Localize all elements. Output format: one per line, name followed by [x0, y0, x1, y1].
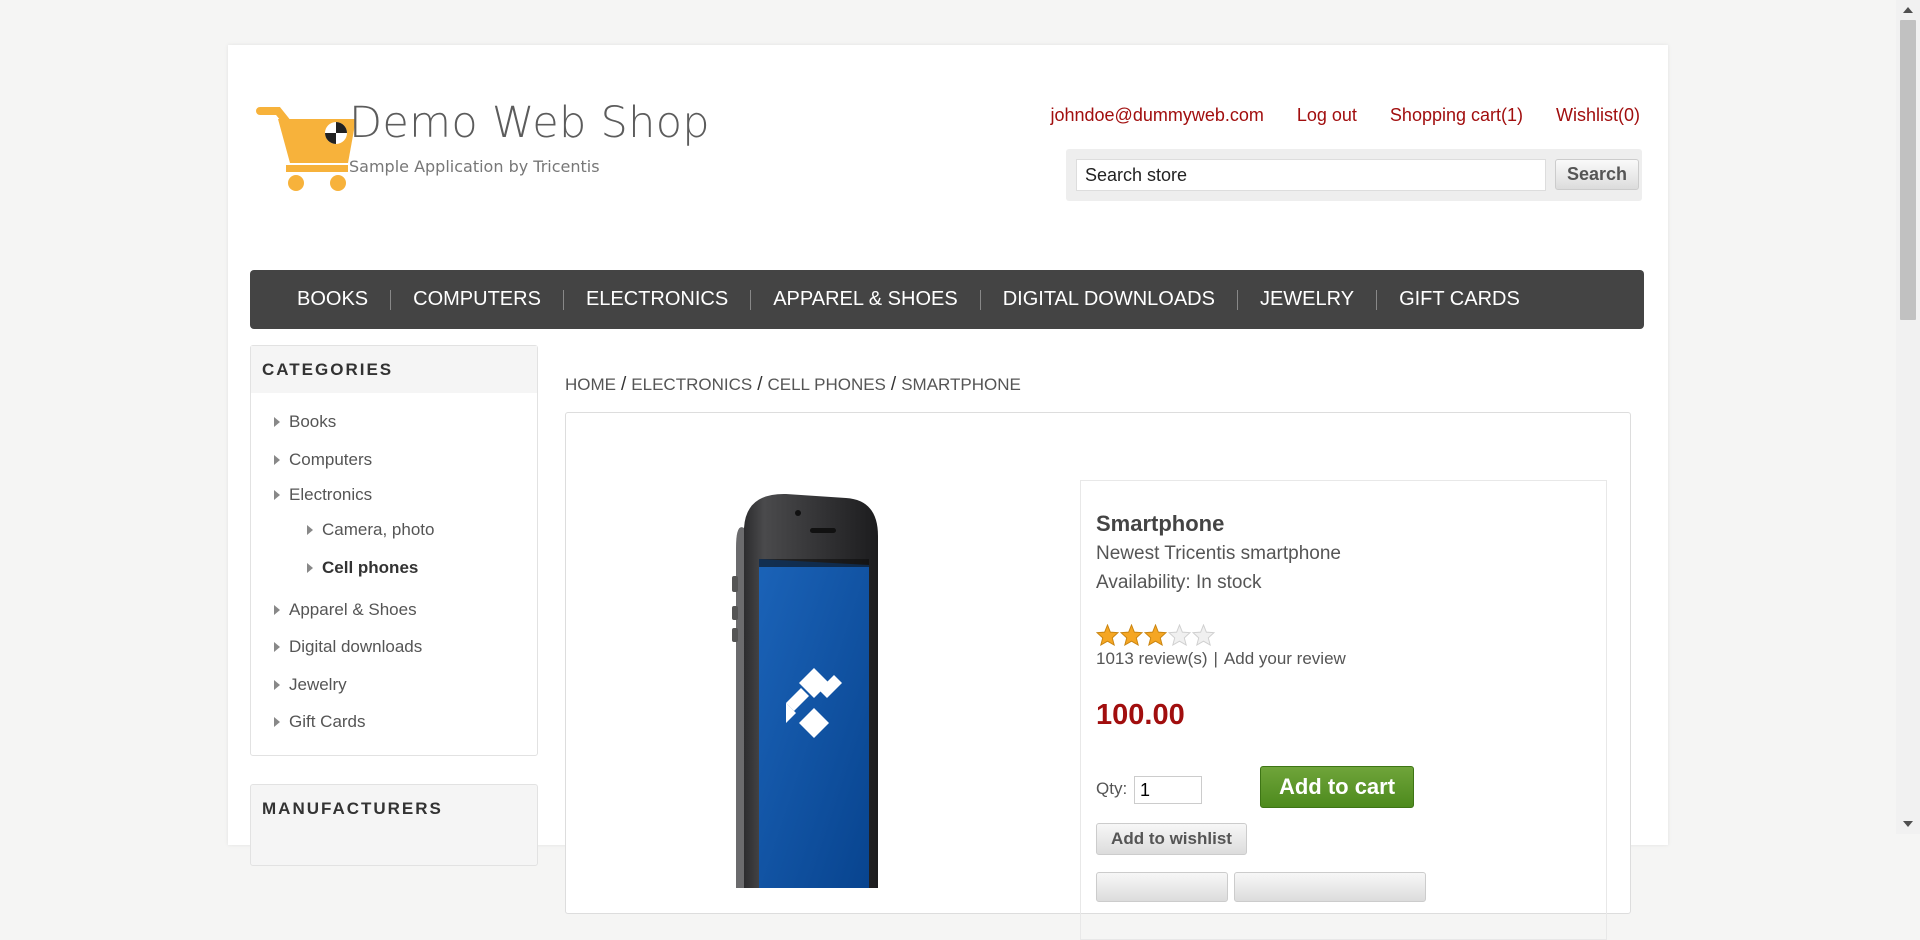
breadcrumb-separator: /: [757, 374, 763, 395]
search-input[interactable]: [1076, 159, 1546, 191]
product-image[interactable]: [726, 488, 886, 888]
menu-item-jewelry[interactable]: JEWELRY: [1238, 288, 1376, 311]
manufacturers-title: MANUFACTURERS: [262, 798, 443, 818]
menu-item-apparel-shoes[interactable]: APPAREL & SHOES: [751, 288, 980, 311]
top-menu: BOOKS COMPUTERS ELECTRONICS APPAREL & SH…: [250, 270, 1644, 329]
category-item-computers[interactable]: Computers: [251, 441, 537, 479]
category-item-books[interactable]: Books: [251, 403, 537, 441]
scroll-thumb[interactable]: [1900, 20, 1916, 320]
account-link[interactable]: johndoe@dummyweb.com: [1050, 105, 1263, 126]
category-item-camera-photo[interactable]: Camera, photo: [251, 511, 537, 549]
product-availability: Availability: In stock: [1096, 572, 1262, 593]
breadcrumb-electronics[interactable]: ELECTRONICS: [631, 375, 752, 394]
triangle-right-icon: [274, 679, 280, 690]
category-label: Computers: [289, 449, 373, 469]
triangle-right-icon: [307, 525, 313, 535]
category-item-jewelry[interactable]: Jewelry: [251, 666, 537, 704]
logo-subtitle: Sample Application by Tricentis: [349, 157, 600, 176]
secondary-buttons: [1096, 872, 1426, 902]
reviews-separator: |: [1213, 649, 1218, 668]
category-item-cell-phones[interactable]: Cell phones: [251, 549, 537, 591]
product-price: 100.00: [1096, 699, 1185, 731]
category-label: Camera, photo: [322, 520, 435, 539]
shopping-cart-logo-icon: [256, 107, 356, 191]
category-label: Gift Cards: [289, 712, 366, 731]
menu-item-computers[interactable]: COMPUTERS: [391, 288, 563, 311]
product-reviews: 1013 review(s) | Add your review: [1096, 649, 1346, 669]
menu-item-digital-downloads[interactable]: DIGITAL DOWNLOADS: [981, 288, 1237, 311]
menu-item-books[interactable]: BOOKS: [275, 288, 390, 311]
search-button[interactable]: Search: [1555, 159, 1639, 190]
category-label: Books: [289, 412, 337, 431]
wishlist-link[interactable]: Wishlist(0): [1556, 105, 1640, 126]
add-to-cart-button[interactable]: Add to cart: [1260, 766, 1414, 808]
logo[interactable]: Demo Web Shop Sample Application by Tric…: [228, 45, 710, 235]
header-links: johndoe@dummyweb.com Log out Shopping ca…: [1050, 105, 1640, 126]
menu-item-electronics[interactable]: ELECTRONICS: [564, 288, 750, 311]
triangle-right-icon: [274, 417, 280, 427]
star-filled-icon: [1120, 624, 1143, 646]
logo-title: Demo Web Shop: [349, 98, 710, 148]
scroll-down-arrow-icon[interactable]: [1903, 821, 1913, 827]
product-name: Smartphone: [1096, 511, 1225, 536]
categories-list: Books Computers Electronics Camera, phot…: [251, 393, 537, 755]
triangle-right-icon: [274, 490, 280, 500]
reviews-count-link[interactable]: 1013 review(s): [1096, 649, 1208, 668]
shopping-cart-link[interactable]: Shopping cart(1): [1390, 105, 1523, 126]
star-empty-icon: [1192, 624, 1215, 646]
categories-block: CATEGORIES Books Computers Electronics C…: [250, 345, 538, 756]
logout-link[interactable]: Log out: [1297, 105, 1357, 126]
email-friend-button[interactable]: [1096, 872, 1228, 902]
category-label: Electronics: [289, 485, 373, 504]
category-item-gift-cards[interactable]: Gift Cards: [251, 703, 537, 741]
breadcrumb-current: SMARTPHONE: [901, 375, 1021, 394]
page-scrollbar[interactable]: [1896, 0, 1920, 834]
search-box: Search: [1066, 149, 1642, 201]
breadcrumb-home[interactable]: HOME: [565, 375, 616, 394]
product-details: Smartphone Newest Tricentis smartphone A…: [565, 412, 1631, 940]
menu-item-gift-cards[interactable]: GIFT CARDS: [1377, 288, 1542, 311]
qty-input[interactable]: [1134, 776, 1202, 804]
category-label: Jewelry: [289, 674, 347, 694]
category-item-digital-downloads[interactable]: Digital downloads: [251, 628, 537, 666]
scroll-up-arrow-icon[interactable]: [1903, 7, 1913, 13]
breadcrumb: HOME / ELECTRONICS / CELL PHONES / SMARTPHONE: [565, 374, 1021, 396]
star-filled-icon: [1144, 624, 1167, 646]
triangle-right-icon: [274, 642, 280, 652]
category-label: Apparel & Shoes: [289, 599, 417, 619]
triangle-right-icon: [274, 604, 280, 615]
category-item-apparel-shoes[interactable]: Apparel & Shoes: [251, 591, 537, 629]
categories-title: CATEGORIES: [251, 346, 537, 393]
add-review-link[interactable]: Add your review: [1224, 649, 1346, 668]
add-to-compare-button[interactable]: [1234, 872, 1426, 902]
product-short-description: Newest Tricentis smartphone: [1096, 543, 1341, 564]
manufacturers-block: MANUFACTURERS: [250, 784, 538, 866]
star-empty-icon: [1168, 624, 1191, 646]
category-item-electronics[interactable]: Electronics: [251, 478, 537, 511]
star-filled-icon: [1096, 624, 1119, 646]
triangle-right-icon: [274, 454, 280, 465]
category-label: Cell phones: [322, 557, 419, 577]
product-overview: Smartphone Newest Tricentis smartphone A…: [1080, 480, 1607, 940]
page-container: Demo Web Shop Sample Application by Tric…: [228, 45, 1668, 940]
breadcrumb-separator: /: [890, 374, 897, 395]
category-label: Digital downloads: [289, 637, 423, 656]
breadcrumb-cell-phones[interactable]: CELL PHONES: [767, 375, 885, 394]
breadcrumb-separator: /: [621, 374, 627, 395]
product-rating: [1096, 624, 1215, 646]
qty-label: Qty:: [1096, 779, 1128, 798]
triangle-right-icon: [307, 562, 313, 573]
add-to-wishlist-button[interactable]: Add to wishlist: [1096, 823, 1247, 855]
triangle-right-icon: [274, 717, 280, 727]
